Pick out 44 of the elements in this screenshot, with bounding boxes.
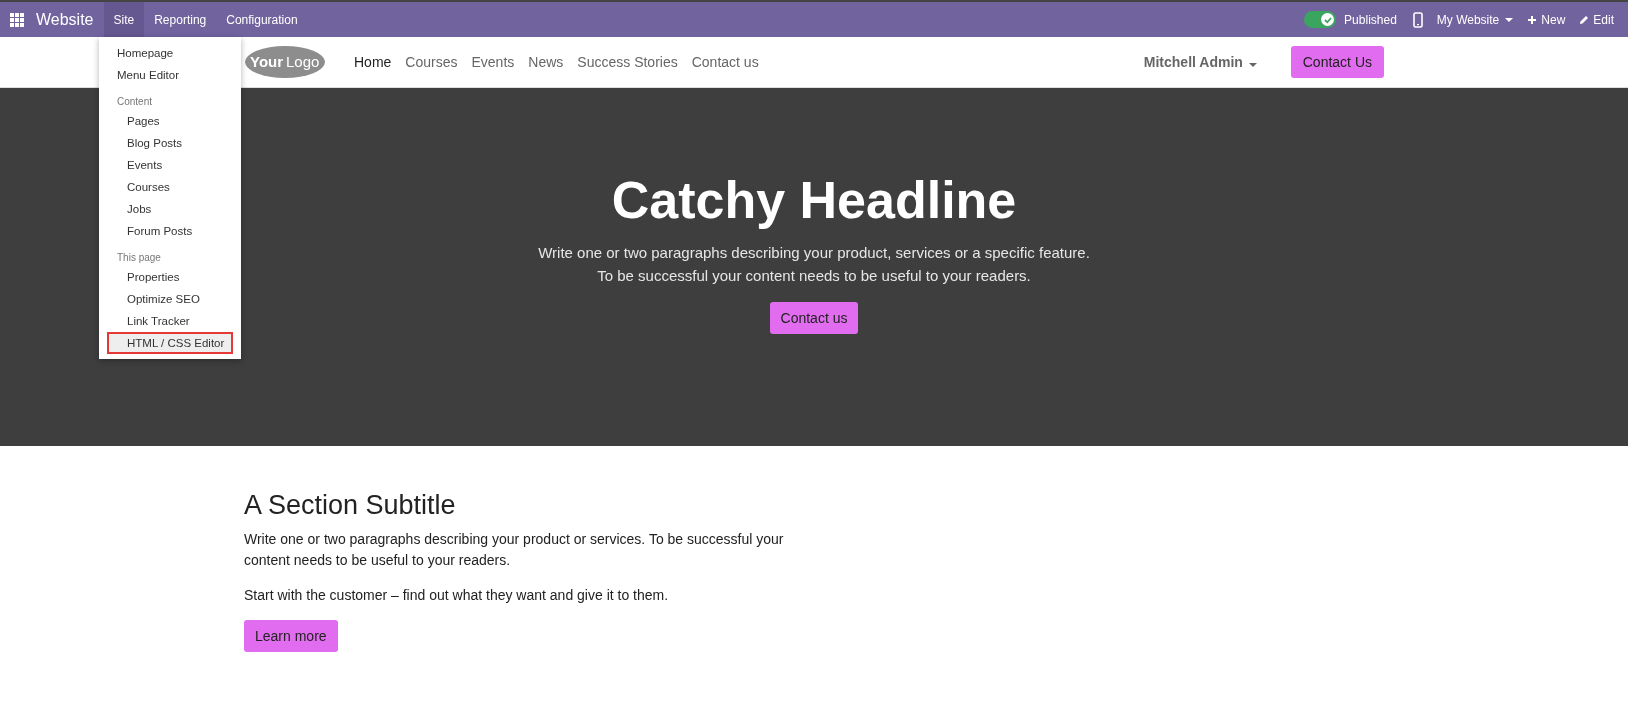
- nav-link[interactable]: Contact us: [691, 54, 759, 70]
- menu-item[interactable]: Menu Editor: [99, 64, 241, 86]
- nav-link[interactable]: Events: [471, 54, 515, 70]
- contact-us-button[interactable]: Contact us: [769, 302, 859, 334]
- logo[interactable]: Your Logo: [244, 44, 326, 80]
- menu-section-heading: Content: [116, 95, 154, 109]
- published-label: Published: [1344, 12, 1397, 27]
- section-subtitle: A Section Subtitle: [244, 490, 457, 521]
- nav-link[interactable]: Courses: [405, 54, 458, 70]
- hero-text: To be successful your content needs to be useful to your readers.: [597, 267, 1031, 284]
- new-button[interactable]: New: [1527, 12, 1566, 27]
- menu-item[interactable]: Events: [99, 154, 241, 176]
- menu-item[interactable]: Forum Posts: [99, 220, 241, 242]
- nav-link[interactable]: Home: [354, 54, 392, 70]
- nav-link[interactable]: Success Stories: [577, 54, 678, 70]
- website-switcher[interactable]: My Website: [1436, 12, 1514, 27]
- menu-item[interactable]: Homepage: [99, 42, 241, 64]
- user-menu[interactable]: Mitchell Admin: [1137, 53, 1263, 71]
- menu-item[interactable]: HTML / CSS Editor: [107, 332, 233, 354]
- learn-more-button[interactable]: Learn more: [244, 620, 338, 652]
- menu-item[interactable]: Pages: [99, 110, 241, 132]
- plus-icon: [1527, 14, 1538, 25]
- app-name: Website: [36, 10, 94, 29]
- menu-tab[interactable]: Reporting: [144, 2, 217, 37]
- published-toggle[interactable]: [1304, 11, 1337, 28]
- menu-item[interactable]: Blog Posts: [99, 132, 241, 154]
- menu-item[interactable]: Jobs: [99, 198, 241, 220]
- nav-link[interactable]: News: [528, 54, 564, 70]
- pencil-icon: [1579, 14, 1590, 25]
- menu-item[interactable]: Optimize SEO: [99, 288, 241, 310]
- hero-headline: Catchy Headline: [611, 170, 1017, 230]
- contact-us-button[interactable]: Contact Us: [1290, 46, 1384, 78]
- mobile-phone-icon[interactable]: [1412, 11, 1423, 28]
- menu-tab[interactable]: Configuration: [216, 2, 308, 37]
- section-paragraph: Write one or two paragraphs describing your product or services. To be successful your content needs to be useful to your readers.: [244, 530, 785, 570]
- menu-section-heading: This page: [116, 251, 162, 265]
- apps-grid-icon[interactable]: [10, 12, 24, 27]
- section-paragraph: Start with the customer – find out what they want and give it to them.: [244, 586, 670, 605]
- edit-button[interactable]: Edit: [1579, 12, 1614, 27]
- menu-item[interactable]: Courses: [99, 176, 241, 198]
- menu-tab[interactable]: Site: [103, 2, 145, 37]
- menu-item[interactable]: Link Tracker: [99, 310, 241, 332]
- hero-text: Write one or two paragraphs describing your product, services or a specific feature.: [538, 244, 1090, 261]
- menu-item[interactable]: Properties: [99, 266, 241, 288]
